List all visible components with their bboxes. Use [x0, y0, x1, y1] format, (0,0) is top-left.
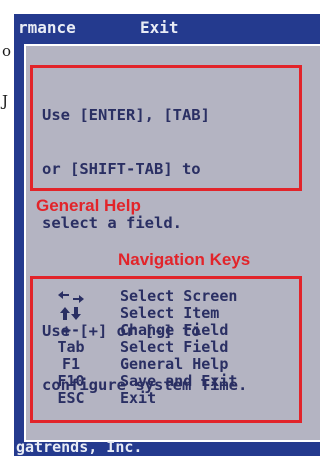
nav-desc: Select Field: [120, 338, 229, 356]
up-down-arrows-icon: [36, 305, 106, 322]
nav-desc: Select Item: [120, 304, 220, 322]
nav-row-general-help: F1 General Help: [36, 356, 298, 373]
nav-row-select-field: Tab Select Field: [36, 339, 298, 356]
nav-row-select-screen: Select Screen: [36, 288, 298, 305]
nav-row-exit: ESC Exit: [36, 390, 298, 407]
nav-desc: Select Screen: [120, 287, 238, 305]
nav-key: ESC: [57, 389, 85, 407]
nav-row-select-item: Select Item: [36, 305, 298, 322]
left-right-arrows-icon: [36, 288, 106, 305]
footer-bar: gatrends, Inc.: [14, 438, 320, 456]
nav-row-change-field: +- Change Field: [36, 322, 298, 339]
nav-desc: Save and Exit: [120, 372, 238, 390]
menu-tab-exit[interactable]: Exit: [140, 14, 179, 42]
nav-desc: Exit: [120, 389, 157, 407]
nav-key: F10: [57, 372, 85, 390]
nav-desc: General Help: [120, 355, 229, 373]
menu-bar: rmance Exit: [14, 14, 320, 42]
help-line: select a field.: [42, 214, 182, 232]
navigation-keys-label: Navigation Keys: [118, 250, 251, 269]
page-text-fragment: J: [2, 92, 9, 110]
nav-row-save-and-exit: F10 Save and Exit: [36, 373, 298, 390]
general-help-label: General Help: [36, 196, 141, 215]
page-text-fragment: o: [2, 42, 12, 60]
menu-tab-performance[interactable]: rmance: [18, 14, 76, 42]
footer-text: gatrends, Inc.: [16, 438, 143, 456]
nav-desc: Change Field: [120, 321, 229, 339]
help-line: or [SHIFT-TAB] to: [42, 160, 201, 178]
nav-key: +-: [61, 321, 81, 339]
help-line: Use [ENTER], [TAB]: [42, 106, 210, 124]
nav-key: F1: [61, 355, 81, 373]
nav-key: Tab: [57, 338, 85, 356]
